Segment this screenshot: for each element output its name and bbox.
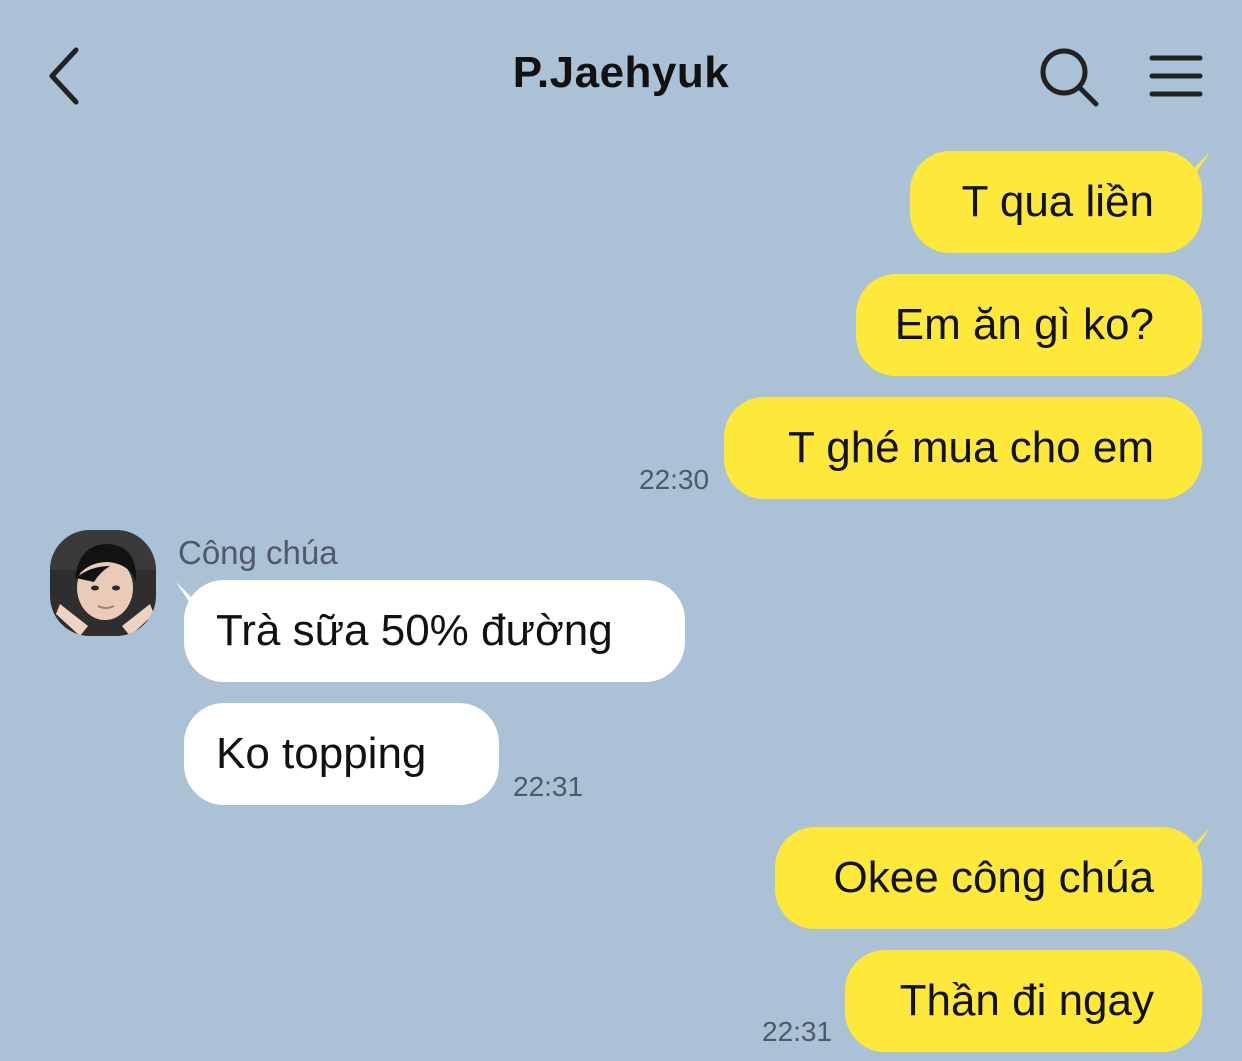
search-icon: [1040, 48, 1099, 107]
sender-name: Công chúa: [178, 534, 338, 571]
avatar[interactable]: [50, 530, 156, 636]
menu-icon: [1149, 55, 1203, 97]
avatar-image: [50, 530, 156, 636]
message-text: Ko topping: [216, 729, 427, 778]
outgoing-message-bubble[interactable]: Em ăn gì ko?: [856, 274, 1202, 376]
chat-header: P.Jaehyuk: [0, 0, 1242, 150]
message-timestamp: 22:31: [513, 771, 584, 802]
message-text: T ghé mua cho em: [787, 423, 1154, 472]
message-timestamp: 22:30: [639, 464, 710, 495]
incoming-message-bubble[interactable]: Trà sữa 50% đường: [184, 580, 685, 682]
outgoing-message-bubble[interactable]: Okee công chúa: [775, 827, 1202, 929]
back-button[interactable]: [40, 40, 100, 110]
message-text: Okee công chúa: [833, 853, 1154, 902]
outgoing-message-bubble[interactable]: T qua liền: [910, 151, 1202, 253]
message-text: T qua liền: [961, 177, 1154, 226]
message-text: Trà sữa 50% đường: [216, 606, 613, 655]
chevron-left-icon: [49, 47, 79, 105]
outgoing-message-bubble[interactable]: Thần đi ngay: [845, 950, 1202, 1052]
incoming-message-bubble[interactable]: Ko topping: [184, 703, 499, 805]
outgoing-message-bubble[interactable]: T ghé mua cho em: [724, 397, 1202, 499]
message-timestamp: 22:31: [762, 1016, 833, 1047]
message-text: Em ăn gì ko?: [894, 300, 1154, 349]
message-text: Thần đi ngay: [899, 976, 1154, 1025]
search-button[interactable]: [1036, 44, 1102, 110]
menu-button[interactable]: [1146, 48, 1206, 104]
